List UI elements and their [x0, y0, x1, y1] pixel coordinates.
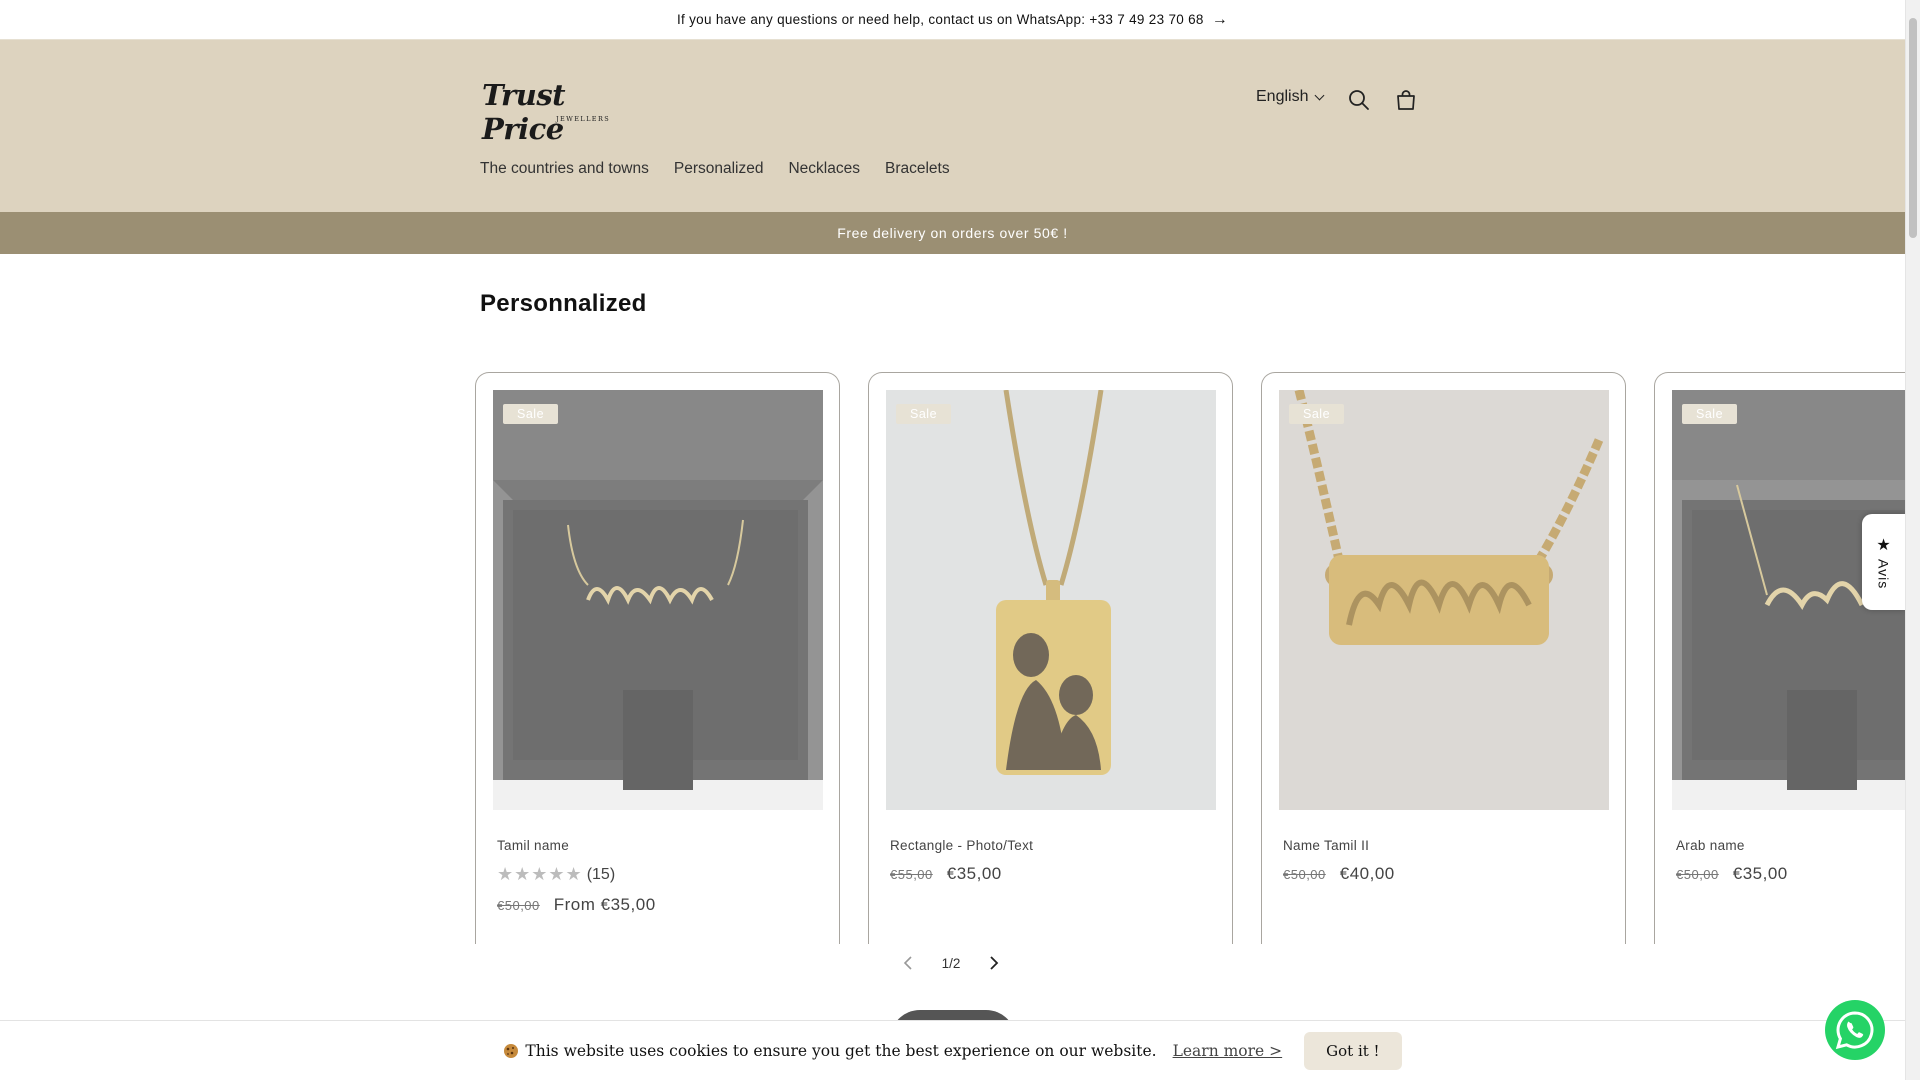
cart-button[interactable]	[1386, 80, 1426, 120]
product-rating: ★★★★★ (15)	[497, 864, 615, 885]
sale-price: €40,00	[1339, 864, 1395, 883]
product-image[interactable]: Sale	[1279, 390, 1609, 810]
nav-item-bracelets[interactable]: Bracelets	[885, 160, 950, 178]
scrollbar-thumb[interactable]	[1909, 18, 1917, 238]
promo-banner: Free delivery on orders over 50€ !	[0, 212, 1905, 254]
rating-count: (15)	[586, 865, 616, 883]
product-title[interactable]: Tamil name	[497, 838, 569, 853]
sale-badge: Sale	[1289, 404, 1345, 424]
nav-item-necklaces[interactable]: Necklaces	[788, 160, 860, 178]
logo-subtitle: JEWELLERS	[556, 115, 611, 123]
nav-item-countries-and-towns[interactable]: The countries and towns	[480, 160, 649, 178]
cookie-banner: This website uses cookies to ensure you …	[0, 1020, 1905, 1080]
chevron-down-icon	[1315, 90, 1325, 100]
announcement-text: If you have any questions or need help, …	[676, 12, 1204, 27]
product-card-rectangle-photo[interactable]: Sale Rectangle - Photo/Text €55,00 €35,0…	[868, 372, 1233, 944]
product-title[interactable]: Arab name	[1676, 838, 1745, 853]
product-image[interactable]: Sale	[886, 390, 1216, 810]
product-card-arab-name[interactable]: Sale Arab name €50,00 €35,00	[1654, 372, 1905, 944]
search-button[interactable]	[1339, 80, 1379, 120]
logo[interactable]: Trust Price JEWELLERS	[480, 74, 622, 146]
product-prices: €50,00 €40,00	[1283, 864, 1395, 884]
accept-cookies-button[interactable]: Got it !	[1304, 1031, 1402, 1070]
pager-count: 1/2	[941, 955, 961, 971]
product-prices: €55,00 €35,00	[890, 864, 1002, 884]
cookie-text: This website uses cookies to ensure you …	[525, 1041, 1157, 1060]
product-card-tamil-name[interactable]: Sale Tamil name ★★★★★ (15) €50,00 From €…	[475, 372, 840, 944]
reviews-tab[interactable]: ★ Avis	[1862, 514, 1905, 610]
promo-text: Free delivery on orders over 50€ !	[837, 225, 1068, 241]
next-slide-button[interactable]	[982, 951, 1006, 975]
sale-badge: Sale	[1682, 404, 1738, 424]
previous-slide-button[interactable]	[896, 951, 920, 975]
old-price: €55,00	[890, 867, 933, 882]
sale-price: From €35,00	[553, 895, 656, 914]
sale-price: €35,00	[946, 864, 1002, 883]
old-price: €50,00	[1676, 867, 1719, 882]
sale-price: €35,00	[1732, 864, 1788, 883]
logo-wordmark: Trust Price	[482, 78, 566, 146]
whatsapp-button[interactable]	[1825, 1000, 1885, 1060]
announcement-bar[interactable]: If you have any questions or need help, …	[0, 0, 1905, 40]
product-prices: €50,00 From €35,00	[497, 895, 656, 915]
product-carousel: Sale Tamil name ★★★★★ (15) €50,00 From €…	[0, 372, 1905, 944]
product-prices: €50,00 €35,00	[1676, 864, 1788, 884]
cookie-message: This website uses cookies to ensure you …	[503, 1041, 1157, 1060]
learn-more-link[interactable]: Learn more >	[1173, 1042, 1283, 1060]
cookie-icon	[504, 1043, 519, 1058]
site-header: Trust Price JEWELLERS English The countr…	[0, 40, 1905, 212]
star-icon: ★	[1876, 536, 1891, 554]
reviews-tab-label: Avis	[1875, 558, 1892, 590]
sale-badge: Sale	[503, 404, 559, 424]
search-icon	[1349, 90, 1369, 110]
cart-icon	[1397, 90, 1415, 110]
nav-item-personalized[interactable]: Personalized	[674, 160, 764, 178]
arrow-right-icon: →	[1211, 10, 1229, 28]
product-image[interactable]: Sale	[493, 390, 823, 810]
section-title: Personnalized	[480, 290, 647, 317]
old-price: €50,00	[497, 898, 540, 913]
old-price: €50,00	[1283, 867, 1326, 882]
star-rating-icon: ★★★★★	[497, 864, 583, 884]
chevron-left-icon	[903, 956, 912, 970]
language-label: English	[1256, 88, 1309, 105]
main-nav: The countries and towns Personalized Nec…	[480, 160, 950, 178]
language-selector[interactable]: English	[1256, 88, 1325, 106]
carousel-pager: 1/2	[896, 950, 1006, 976]
chevron-right-icon	[990, 956, 999, 970]
sale-badge: Sale	[896, 404, 952, 424]
product-title[interactable]: Rectangle - Photo/Text	[890, 838, 1033, 853]
page-scrollbar[interactable]	[1905, 0, 1920, 1080]
product-card-name-tamil-ii[interactable]: Sale Name Tamil II €50,00 €40,00	[1261, 372, 1626, 944]
product-title[interactable]: Name Tamil II	[1283, 838, 1369, 853]
whatsapp-icon	[1835, 1011, 1874, 1050]
